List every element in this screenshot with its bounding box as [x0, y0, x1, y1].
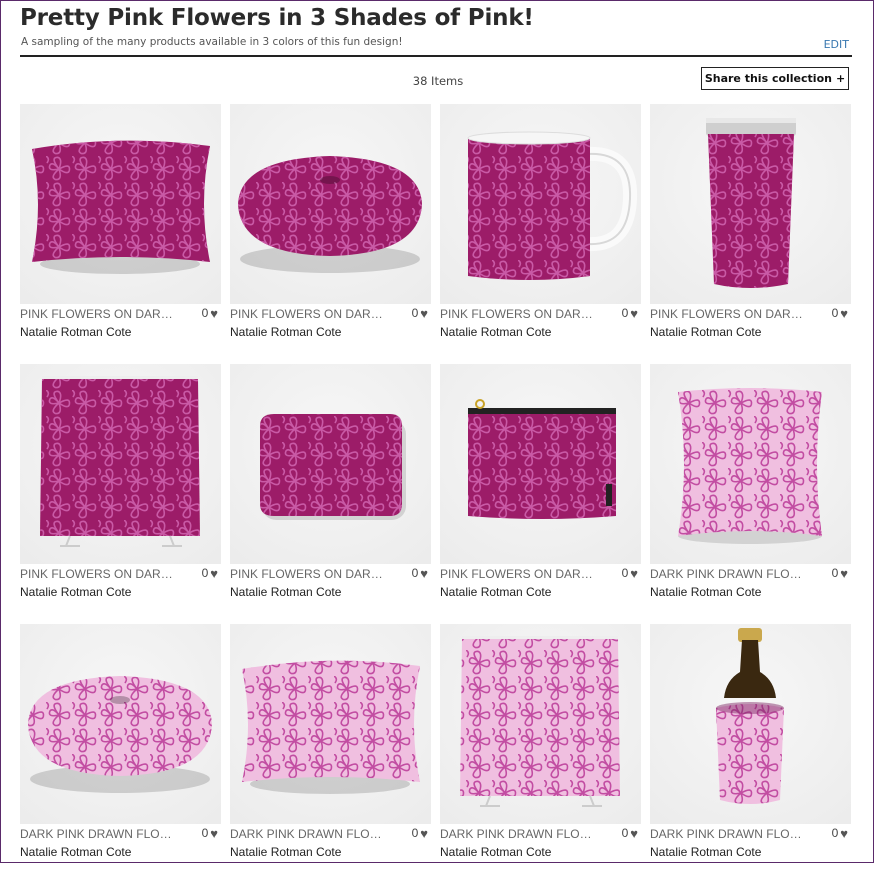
product-image-shower-curtain[interactable]: [20, 364, 221, 564]
like-button[interactable]: 0 ♥: [202, 826, 218, 840]
artist-link[interactable]: Natalie Rotman Cote: [650, 325, 761, 339]
like-button[interactable]: 0 ♥: [412, 306, 428, 320]
artist-link[interactable]: Natalie Rotman Cote: [230, 845, 341, 859]
product-card[interactable]: PINK FLOWERS ON DARK PINK 0♥ Natalie Rotma…: [230, 104, 431, 364]
product-image-carry-all-pouch[interactable]: [440, 364, 641, 564]
product-image-shower-curtain[interactable]: [440, 624, 641, 824]
like-count: 0: [201, 826, 209, 840]
artist-link[interactable]: Natalie Rotman Cote: [440, 325, 551, 339]
product-title[interactable]: DARK PINK DRAWN FLOWERS: [650, 567, 808, 581]
product-image-bath-mat[interactable]: [230, 364, 431, 564]
product-title[interactable]: DARK PINK DRAWN FLOWERS: [440, 827, 598, 841]
like-count: 0: [621, 306, 629, 320]
like-button[interactable]: 0 ♥: [412, 826, 428, 840]
heart-icon: ♥: [840, 565, 848, 581]
collection-title: Pretty Pink Flowers in 3 Shades of Pink!: [20, 5, 534, 31]
like-button[interactable]: 0 ♥: [832, 566, 848, 580]
product-card[interactable]: PINK FLOWERS ON DARK PINK 0♥ Natalie Rotma…: [440, 104, 641, 364]
product-title[interactable]: PINK FLOWERS ON DARK PINK: [230, 307, 388, 321]
like-count: 0: [831, 826, 839, 840]
heart-icon: ♥: [840, 305, 848, 321]
product-card[interactable]: PINK FLOWERS ON DARK PINK 0♥ Natalie Rotma…: [230, 364, 431, 624]
artist-link[interactable]: Natalie Rotman Cote: [20, 845, 131, 859]
product-card[interactable]: PINK FLOWERS ON DARK PINK 0♥ Natalie Rotma…: [440, 364, 641, 624]
product-grid: PINK FLOWERS ON DARK PINK0♥Natalie Rotma…: [20, 104, 851, 884]
product-card[interactable]: DARK PINK DRAWN FLOWERS 0♥ Natalie Rotman …: [650, 364, 851, 624]
artist-link[interactable]: Natalie Rotman Cote: [20, 585, 131, 599]
like-count: 0: [201, 306, 209, 320]
like-count: 0: [831, 566, 839, 580]
artist-link[interactable]: Natalie Rotman Cote: [650, 845, 761, 859]
product-title[interactable]: PINK FLOWERS ON DARK PINK: [440, 307, 598, 321]
heart-icon: ♥: [210, 305, 218, 321]
artist-link[interactable]: Natalie Rotman Cote: [230, 325, 341, 339]
heart-icon: ♥: [630, 825, 638, 841]
heart-icon: ♥: [420, 305, 428, 321]
product-image-rectangular-pillow[interactable]: [20, 104, 221, 304]
like-button[interactable]: 0 ♥: [622, 566, 638, 580]
heart-icon: ♥: [630, 565, 638, 581]
like-count: 0: [411, 566, 419, 580]
artist-link[interactable]: Natalie Rotman Cote: [230, 585, 341, 599]
product-card[interactable]: DARK PINK DRAWN FLOWERS 0♥ Natalie Rotman …: [440, 624, 641, 884]
like-count: 0: [831, 306, 839, 320]
product-image-rectangular-pillow[interactable]: [230, 624, 431, 824]
product-card[interactable]: DARK PINK DRAWN FLOWERS 0♥ Natalie Rotman …: [230, 624, 431, 884]
product-image-wine-chiller[interactable]: [650, 624, 851, 824]
product-image-floor-pillow[interactable]: [230, 104, 431, 304]
product-image-throw-pillow[interactable]: [650, 364, 851, 564]
plus-icon: +: [835, 72, 846, 85]
heart-icon: ♥: [630, 305, 638, 321]
product-card[interactable]: PINK FLOWERS ON DARK PINK 0♥ Natalie Rotma…: [20, 104, 221, 364]
product-title[interactable]: PINK FLOWERS ON DARK PINK: [20, 307, 178, 321]
heart-icon: ♥: [420, 825, 428, 841]
like-button[interactable]: 0 ♥: [202, 566, 218, 580]
artist-link[interactable]: Natalie Rotman Cote: [650, 585, 761, 599]
like-count: 0: [411, 306, 419, 320]
product-card[interactable]: PINK FLOWERS ON DARK PINK 0♥ Natalie Rotma…: [20, 364, 221, 624]
product-title[interactable]: DARK PINK DRAWN FLOWERS: [20, 827, 178, 841]
share-collection-button[interactable]: Share this collection +: [701, 67, 849, 90]
product-title[interactable]: PINK FLOWERS ON DARK PINK: [20, 567, 178, 581]
share-label: Share this collection: [704, 72, 832, 85]
like-button[interactable]: 0 ♥: [832, 826, 848, 840]
like-count: 0: [621, 566, 629, 580]
artist-link[interactable]: Natalie Rotman Cote: [440, 845, 551, 859]
like-count: 0: [201, 566, 209, 580]
product-title[interactable]: PINK FLOWERS ON DARK PINK: [440, 567, 598, 581]
like-button[interactable]: 0 ♥: [202, 306, 218, 320]
product-title[interactable]: PINK FLOWERS ON DARK PINK: [230, 567, 388, 581]
collection-subtitle: A sampling of the many products availabl…: [21, 36, 403, 48]
like-count: 0: [621, 826, 629, 840]
product-image-mug[interactable]: [440, 104, 641, 304]
product-image-travel-mug[interactable]: [650, 104, 851, 304]
artist-link[interactable]: Natalie Rotman Cote: [20, 325, 131, 339]
product-card[interactable]: DARK PINK DRAWN FLOWERS 0♥ Natalie Rotman …: [650, 624, 851, 884]
like-button[interactable]: 0 ♥: [832, 306, 848, 320]
like-count: 0: [411, 826, 419, 840]
heart-icon: ♥: [840, 825, 848, 841]
product-card[interactable]: DARK PINK DRAWN FLOWERS 0♥ Natalie Rotman …: [20, 624, 221, 884]
like-button[interactable]: 0 ♥: [622, 306, 638, 320]
product-card[interactable]: PINK FLOWERS ON DARK PINK 0♥ Natalie Rotma…: [650, 104, 851, 364]
heart-icon: ♥: [420, 565, 428, 581]
product-image-floor-pillow[interactable]: [20, 624, 221, 824]
like-button[interactable]: 0 ♥: [412, 566, 428, 580]
product-title[interactable]: PINK FLOWERS ON DARK PINK: [650, 307, 808, 321]
heart-icon: ♥: [210, 825, 218, 841]
artist-link[interactable]: Natalie Rotman Cote: [440, 585, 551, 599]
heart-icon: ♥: [210, 565, 218, 581]
header-divider: [20, 55, 852, 57]
product-title[interactable]: DARK PINK DRAWN FLOWERS: [650, 827, 808, 841]
product-title[interactable]: DARK PINK DRAWN FLOWERS: [230, 827, 388, 841]
like-button[interactable]: 0 ♥: [622, 826, 638, 840]
edit-link[interactable]: EDIT: [824, 38, 849, 51]
